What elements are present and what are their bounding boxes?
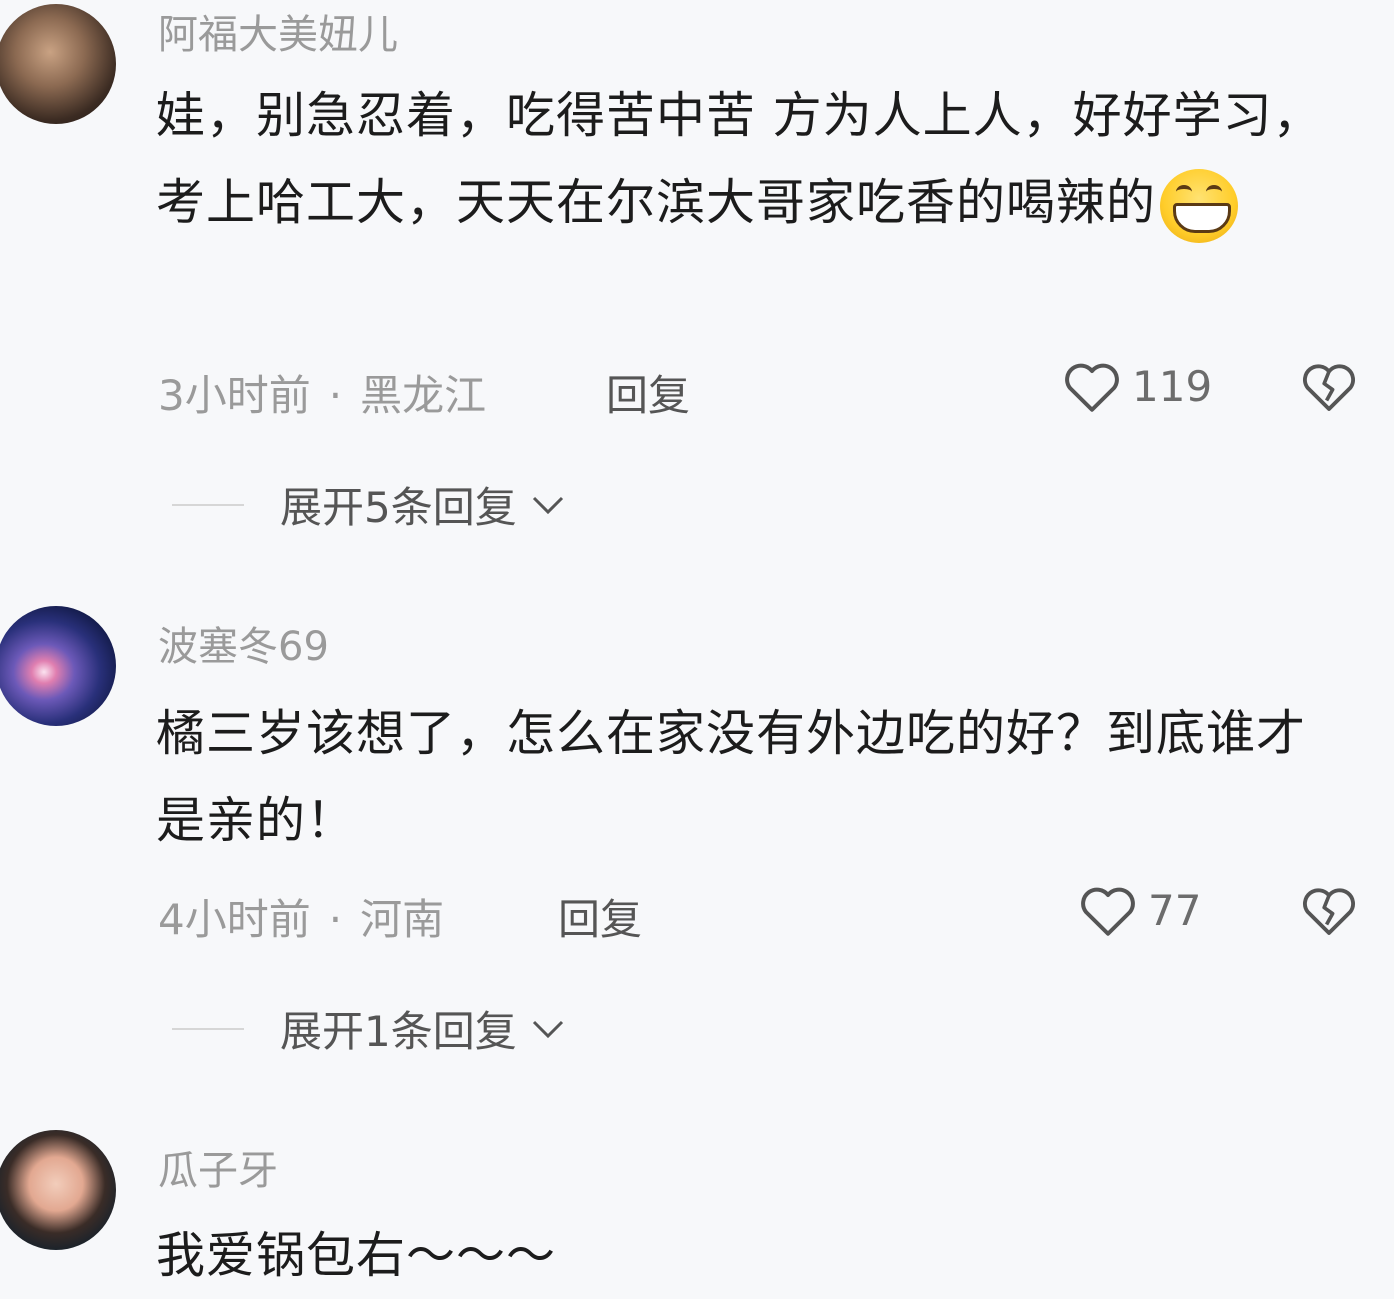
comment-location: 河南 [360, 895, 445, 944]
reply-button[interactable]: 回复 [558, 886, 642, 947]
comment-meta: 4小时前 · 河南 [158, 886, 444, 947]
username[interactable]: 阿福大美妞儿 [158, 2, 398, 60]
broken-heart-icon [1303, 888, 1355, 935]
avatar[interactable] [0, 606, 116, 726]
comment-time: 3小时前 [158, 371, 311, 420]
divider [172, 503, 244, 506]
comment-meta: 3小时前 · 黑龙江 [158, 362, 486, 423]
username[interactable]: 瓜子牙 [158, 1138, 278, 1196]
divider [172, 1027, 244, 1030]
like-count: 119 [1132, 361, 1213, 411]
expand-replies-button[interactable]: 展开5条回复 [172, 474, 565, 535]
chevron-down-icon [532, 496, 563, 514]
avatar[interactable] [0, 1130, 116, 1250]
broken-heart-icon [1303, 364, 1355, 411]
dislike-button[interactable] [1300, 358, 1358, 418]
grinning-face-emoji-icon [1160, 168, 1239, 243]
reply-button[interactable]: 回复 [606, 362, 690, 423]
chevron-down-icon [532, 1020, 563, 1038]
like-count: 77 [1148, 885, 1202, 935]
expand-replies-button[interactable]: 展开1条回复 [172, 998, 565, 1059]
username[interactable]: 波塞冬69 [158, 614, 329, 672]
avatar[interactable] [0, 4, 116, 124]
heart-outline-icon [1081, 887, 1135, 936]
comment-text: 橘三岁该想了，怎么在家没有外边吃的好？到底谁才是亲的！ [156, 705, 1307, 849]
like-button[interactable]: 119 [1062, 358, 1212, 414]
dislike-button[interactable] [1300, 882, 1358, 942]
comment-text: 我爱锅包右～～～ [156, 1227, 557, 1284]
comment-text: 娃，别急忍着，吃得苦中苦 方为人上人，好好学习，考上哈工大，天天在尔滨大哥家吃香… [156, 72, 1346, 246]
comment-text-body: 娃，别急忍着，吃得苦中苦 方为人上人，好好学习，考上哈工大，天天在尔滨大哥家吃香… [156, 87, 1323, 231]
meta-separator: · [328, 371, 343, 420]
comment-time: 4小时前 [158, 895, 311, 944]
expand-replies-label: 展开1条回复 [280, 1007, 517, 1056]
heart-outline-icon [1065, 363, 1119, 412]
like-button[interactable]: 77 [1078, 882, 1201, 938]
meta-separator: · [328, 895, 343, 944]
comment-location: 黑龙江 [360, 371, 487, 420]
expand-replies-label: 展开5条回复 [280, 483, 517, 532]
